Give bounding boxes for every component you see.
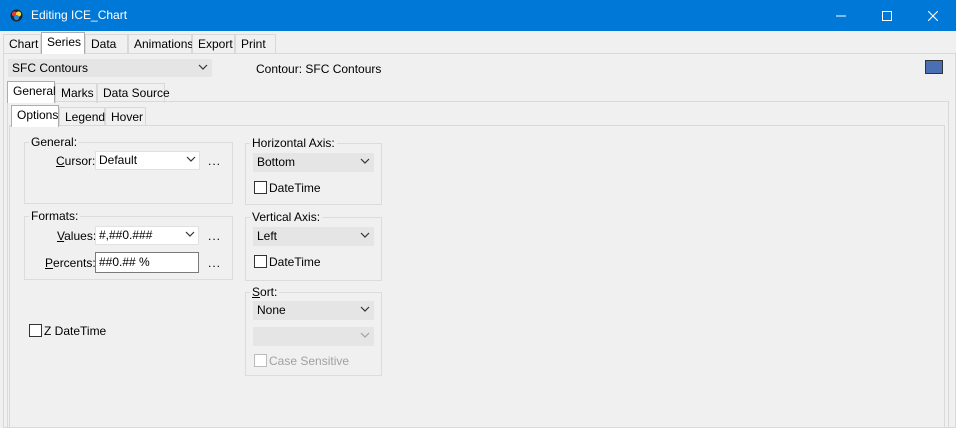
chevron-down-icon: [360, 232, 370, 238]
vertical-axis-select[interactable]: Left: [253, 227, 374, 246]
cursor-label: Cursor:: [56, 154, 96, 168]
cursor-select-value: Default: [99, 153, 138, 167]
horizontal-axis-value: Bottom: [257, 155, 296, 169]
values-more-button[interactable]: ...: [208, 229, 221, 243]
tab-chart-label: Chart: [9, 37, 39, 51]
tab-marks[interactable]: Marks: [55, 83, 97, 103]
case-sensitive-label: Case Sensitive: [269, 354, 350, 368]
series-selector-value: SFC Contours: [12, 61, 89, 75]
horizontal-datetime-label: DateTime: [269, 181, 321, 195]
values-format-select[interactable]: #,##0.###: [95, 226, 199, 245]
tab-chart[interactable]: Chart: [3, 34, 41, 54]
tab-animations[interactable]: Animations: [128, 34, 194, 54]
sort-group-title: Sort:: [250, 285, 280, 299]
percents-format-value: ##0.## %: [99, 255, 150, 269]
app-icon: [10, 9, 23, 22]
tab-hover[interactable]: Hover: [105, 107, 146, 127]
percents-format-input[interactable]: ##0.## %: [95, 252, 199, 273]
tab-data[interactable]: Data: [85, 34, 128, 54]
cursor-select[interactable]: Default: [95, 151, 200, 170]
horizontal-axis-title: Horizontal Axis:: [250, 136, 337, 150]
series-selector[interactable]: SFC Contours: [8, 59, 212, 77]
tab-data-source[interactable]: Data Source: [97, 83, 170, 103]
sort-secondary-select[interactable]: [253, 327, 374, 346]
tab-animations-label: Animations: [134, 37, 194, 51]
tab-legend-label: Legend: [65, 110, 106, 124]
percents-more-button[interactable]: ...: [208, 256, 221, 270]
tab-general-label: General: [13, 84, 56, 98]
tab-marks-label: Marks: [61, 86, 94, 100]
values-label: Values:: [57, 229, 97, 243]
tab-hover-label: Hover: [111, 110, 144, 124]
cursor-more-button[interactable]: ...: [208, 154, 221, 168]
tab-legend[interactable]: Legend: [59, 107, 105, 127]
minimize-icon: [836, 15, 846, 16]
vertical-axis-value: Left: [257, 229, 278, 243]
close-icon: [928, 10, 938, 21]
maximize-button[interactable]: [864, 0, 910, 31]
z-datetime-label: Z DateTime: [44, 324, 107, 338]
tab-data-source-label: Data Source: [103, 86, 170, 100]
tab-print[interactable]: Print: [235, 34, 276, 54]
chevron-down-icon: [185, 231, 195, 237]
z-datetime-checkbox[interactable]: [29, 324, 42, 337]
tab-series[interactable]: Series: [41, 32, 85, 54]
tab-export-label: Export: [198, 37, 233, 51]
formats-group-title: Formats:: [29, 209, 81, 223]
tab-options[interactable]: Options: [11, 105, 59, 127]
sort-select[interactable]: None: [253, 301, 374, 320]
maximize-icon: [882, 10, 892, 21]
tab-series-label: Series: [47, 35, 82, 49]
chevron-down-icon: [198, 64, 208, 70]
case-sensitive-checkbox[interactable]: [254, 354, 267, 367]
title-bar[interactable]: Editing ICE_Chart: [0, 0, 956, 31]
tab-export[interactable]: Export: [192, 34, 235, 54]
tab-print-label: Print: [241, 37, 266, 51]
horizontal-datetime-checkbox[interactable]: [254, 181, 267, 194]
chevron-down-icon: [186, 156, 196, 162]
tab-data-label: Data: [91, 37, 117, 51]
vertical-datetime-checkbox[interactable]: [254, 255, 267, 268]
contour-label: Contour: SFC Contours: [256, 62, 382, 76]
chevron-down-icon: [360, 158, 370, 164]
chevron-down-icon: [360, 332, 370, 338]
window-title: Editing ICE_Chart: [31, 8, 128, 22]
minimize-button[interactable]: [818, 0, 864, 31]
general-group-title: General:: [29, 135, 80, 149]
close-button[interactable]: [910, 0, 956, 31]
vertical-datetime-label: DateTime: [269, 255, 321, 269]
tab-general[interactable]: General: [7, 81, 56, 103]
percents-label: Percents:: [45, 256, 96, 270]
chevron-down-icon: [360, 306, 370, 312]
tab-options-label: Options: [17, 108, 59, 122]
vertical-axis-title: Vertical Axis:: [250, 210, 323, 224]
values-format-value: #,##0.###: [99, 228, 153, 242]
sort-select-value: None: [257, 303, 286, 317]
horizontal-axis-select[interactable]: Bottom: [253, 153, 374, 172]
series-color-swatch[interactable]: [925, 60, 943, 74]
